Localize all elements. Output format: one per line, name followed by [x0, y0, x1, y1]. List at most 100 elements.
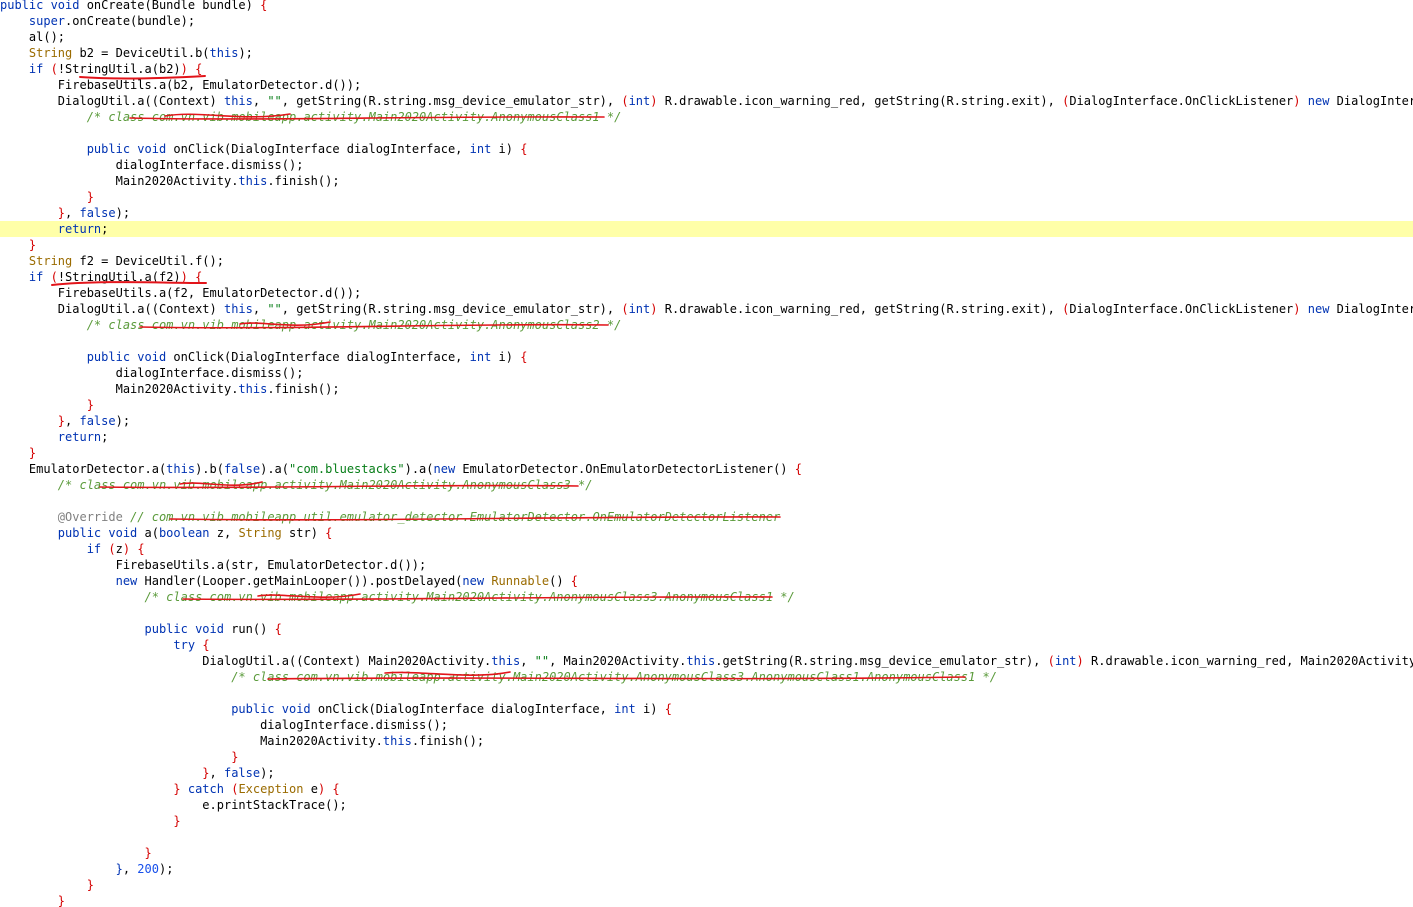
code-token: ( — [621, 302, 629, 316]
code-token: dialogInterface.dismiss(); — [0, 366, 304, 380]
code-token: if — [28, 62, 44, 76]
code-token: DialogInterface.OnClickListener() { — [1336, 94, 1413, 108]
code-token: /* class com.vn.vib.mobileapp.activity.M… — [86, 110, 622, 124]
code-token: } — [173, 782, 181, 796]
code-token: this — [238, 174, 268, 188]
code-token: String — [28, 254, 73, 268]
code-token: DialogInterface.OnClickListener() { — [1336, 302, 1413, 316]
code-line: /* class com.vn.vib.mobileapp.activity.M… — [0, 317, 1413, 333]
code-token: public void — [0, 0, 87, 12]
code-token: "" — [267, 302, 282, 316]
code-token: ); — [260, 766, 275, 780]
code-editor[interactable]: public void onCreate(Bundle bundle) { su… — [0, 0, 1413, 907]
code-token: { — [664, 702, 672, 716]
code-token: ); — [115, 206, 131, 220]
code-line: public void onClick(DialogInterface dial… — [0, 701, 1413, 717]
code-token: { — [794, 462, 802, 476]
code-token: , — [520, 654, 535, 668]
code-token: { — [137, 542, 145, 556]
code-line: /* class com.vn.vib.mobileapp.activity.M… — [0, 477, 1413, 493]
code-token: ) — [1076, 654, 1084, 668]
code-token: } — [144, 846, 152, 860]
code-token: , — [209, 766, 224, 780]
code-token: DialogUtil.a((Context) — [0, 94, 224, 108]
code-token: ; — [101, 222, 109, 236]
code-token: false — [79, 414, 116, 428]
code-line: e.printStackTrace(); — [0, 797, 1413, 813]
code-token: // com.vn.vib.mobileapp.util.emulator_de… — [130, 510, 781, 524]
code-token: f2 = DeviceUtil.f(); — [72, 254, 224, 268]
code-token: new — [433, 462, 456, 476]
code-token: a( — [144, 526, 159, 540]
code-line: @Override // com.vn.vib.mobileapp.util.e… — [0, 509, 1413, 525]
code-token: { — [195, 62, 203, 76]
code-token: !StringUtil.a(f2) — [57, 270, 181, 284]
code-token: int — [614, 702, 636, 716]
code-token: ) — [650, 94, 658, 108]
code-line: } — [0, 397, 1413, 413]
code-token: @Override — [57, 510, 123, 524]
code-token: i) — [491, 350, 521, 364]
code-line: if (z) { — [0, 541, 1413, 557]
code-token: catch — [187, 782, 224, 796]
code-line: /* class com.vn.vib.mobileapp.activity.M… — [0, 109, 1413, 125]
code-line: } — [0, 813, 1413, 829]
code-token: str) — [281, 526, 326, 540]
code-token: , Main2020Activity. — [549, 654, 687, 668]
code-token: public void — [144, 622, 232, 636]
code-line: } — [0, 445, 1413, 461]
code-token: () — [549, 574, 571, 588]
code-line: } — [0, 877, 1413, 893]
code-token: .finish(); — [267, 174, 340, 188]
code-token: DialogInterface.OnClickListener — [1069, 302, 1294, 316]
code-token: onClick(DialogInterface dialogInterface, — [173, 142, 470, 156]
code-line: }, false); — [0, 205, 1413, 221]
code-token: "com.bluestacks" — [289, 462, 405, 476]
code-token: boolean — [158, 526, 210, 540]
code-line: EmulatorDetector.a(this).b(false).a("com… — [0, 461, 1413, 477]
code-token: { — [520, 350, 528, 364]
code-token: public void — [86, 142, 174, 156]
code-token: this — [382, 734, 412, 748]
code-token: { — [332, 782, 340, 796]
code-token: /* class com.vn.vib.mobileapp.activity.M… — [231, 670, 997, 684]
code-token: super — [28, 14, 66, 28]
code-token: this — [686, 654, 716, 668]
code-line: if (!StringUtil.a(f2)) { — [0, 269, 1413, 285]
code-line: } — [0, 893, 1413, 907]
code-line: super.onCreate(bundle); — [0, 13, 1413, 29]
code-token: onCreate(Bundle bundle) — [86, 0, 261, 12]
code-token: Main2020Activity. — [0, 174, 239, 188]
code-token: { — [202, 638, 210, 652]
code-line: }, false); — [0, 765, 1413, 781]
code-line: try { — [0, 637, 1413, 653]
code-token: } — [28, 446, 37, 460]
code-token: int — [469, 142, 492, 156]
code-line: public void onClick(DialogInterface dial… — [0, 349, 1413, 365]
code-token: } — [86, 190, 94, 204]
code-token: ) — [1293, 302, 1301, 316]
code-token: onClick(DialogInterface dialogInterface, — [173, 350, 470, 364]
code-token: public void — [86, 350, 174, 364]
code-line: FirebaseUtils.a(b2, EmulatorDetector.d()… — [0, 77, 1413, 93]
code-token: DialogUtil.a((Context) — [0, 302, 224, 316]
code-token: if — [28, 270, 44, 284]
